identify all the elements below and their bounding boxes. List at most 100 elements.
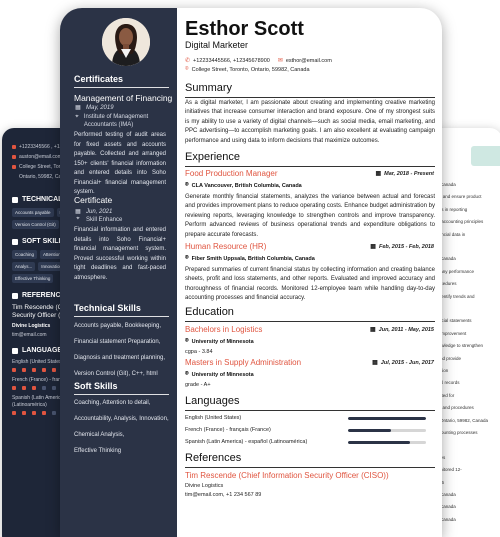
candidate-role: Digital Marketer (185, 40, 249, 50)
soft-skill-line: Accountability, Analysis, Innovation, (74, 416, 169, 422)
edu2-date: Jul, 2015 - Jun, 2017 (380, 359, 434, 366)
job2-date: Feb, 2015 - Feb, 2018 (378, 243, 434, 250)
job2-company-row: ⌾ Fiber Smith Uppsala, British Columbia,… (185, 255, 315, 262)
location-pin-icon: ⌾ (185, 66, 189, 72)
cert2-date-row: ▦ Jun, 2021 (74, 208, 113, 216)
edu1-title: Bachelors in Logistics (185, 325, 263, 334)
technical-skills-heading: Technical Skills (74, 303, 141, 313)
email-icon: ✉ (277, 58, 283, 64)
contact-phone: +12233445566, +12345678900 (193, 57, 270, 64)
edu2-title: Masters in Supply Administration (185, 358, 302, 367)
calendar-icon: ▦ (372, 360, 378, 366)
reference-contact: tim@email.com, +1 234 567 89 (185, 492, 262, 498)
background-text-line-label: Canada (440, 256, 456, 262)
language-level-bar (348, 441, 426, 444)
reference-company: Divine Logistics (185, 483, 224, 489)
skill-tag: Accounts payable (12, 208, 54, 217)
background-text-line-label: Canada (440, 492, 456, 497)
cert1-date: May, 2019 (86, 104, 114, 111)
cert2-date: Jun, 2021 (86, 208, 113, 215)
background-text-line-label: Ontario, 59982, Canada (440, 417, 489, 423)
background-accent-block (471, 146, 500, 166)
soft-skills-divider (74, 394, 169, 395)
phone-icon: ✆ (185, 58, 191, 64)
edu1-school-row: ⌾ University of Minnesota (185, 338, 254, 345)
language-name: Spanish (Latin America) - español (Latin… (185, 439, 308, 445)
languages-heading: Languages (185, 395, 240, 407)
language-level-fill (348, 441, 411, 444)
skill-tag: Coaching (12, 250, 38, 259)
cert1-date-row: ▦ May, 2019 (74, 104, 114, 112)
education-heading: Education (185, 306, 234, 318)
cert2-title: Certificate (74, 195, 113, 205)
language-name: French (France) - français (France) (185, 427, 271, 433)
job1-company-row: ⌾ CLA Vancouver, British Columbia, Canad… (185, 182, 302, 189)
certificates-heading: Certificates (74, 74, 124, 84)
edu2-school: University of Minnesota (191, 371, 254, 378)
references-heading: References (185, 452, 242, 464)
cert1-institute-row: ⌖ Institute of Management Accountants (I… (74, 113, 168, 129)
summary-text: As a digital marketer, I am passionate a… (185, 100, 435, 144)
technical-skills-divider (74, 316, 169, 317)
edu2-school-row: ⌾ University of Minnesota (185, 371, 254, 378)
location-pin-icon: ⌾ (185, 371, 189, 377)
location-pin-icon: ⌾ (185, 182, 189, 188)
job2-company: Fiber Smith Uppsala, British Columbia, C… (191, 255, 315, 262)
location-pin-icon: ⌾ (185, 255, 189, 261)
resume-card: Certificates Management of Financing ▦ M… (60, 8, 442, 537)
cert1-institute: Institute of Management Accountants (IMA… (83, 114, 149, 128)
skill-tag: Effective Thinking (12, 274, 54, 283)
institute-icon: ⌖ (75, 114, 79, 120)
edu1-school: University of Minnesota (191, 338, 254, 345)
background-text-line: Ontario, 59982, Canada (434, 418, 488, 424)
phone-icon (12, 144, 16, 149)
location-pin-icon (12, 164, 16, 169)
job1-company: CLA Vancouver, British Columbia, Canada (191, 182, 302, 189)
soft-skills-heading: Soft Skills (74, 381, 118, 391)
references-icon (12, 292, 18, 299)
languages-divider (185, 410, 435, 411)
soft-skills-icon (12, 238, 18, 245)
language-level-fill (348, 417, 426, 420)
resume-content: Esthor Scott Digital Marketer ✆ +1223344… (177, 8, 442, 537)
technical-skill-line: Diagnosis and treatment planning, (74, 355, 166, 361)
soft-skill-line: Effective Thinking (74, 448, 122, 454)
education-divider (185, 321, 435, 322)
edu1-date: Jun, 2011 - May, 2015 (378, 326, 434, 333)
languages-icon (12, 347, 18, 354)
soft-skill-line: Chemical Analysis, (74, 432, 125, 438)
language-level-bar (348, 429, 426, 432)
language-name: English (United States) (185, 415, 242, 421)
certificates-divider (74, 87, 169, 88)
cert1-title: Management of Financing (74, 93, 173, 103)
references-divider (185, 467, 435, 468)
edu2-date-row: ▦ Jul, 2015 - Jun, 2017 (372, 359, 434, 367)
cert2-institute-row: ⌖ Skill Enhance (74, 216, 122, 223)
skill-tag: Version Control (Git) (12, 220, 59, 229)
job1-date-row: ▦ Mar, 2018 - Present (375, 170, 434, 178)
cert1-description: Performed testing of audit areas for fix… (74, 132, 166, 195)
calendar-icon: ▦ (370, 244, 376, 250)
contact-address-row: ⌾ College Street, Toronto, Ontario, 5998… (185, 66, 310, 73)
job2-date-row: ▦ Feb, 2015 - Feb, 2018 (370, 243, 434, 251)
resume-sidebar: Certificates Management of Financing ▦ M… (60, 8, 177, 537)
reference-name: Tim Rescende (Chief Information Security… (185, 471, 389, 480)
background-text-line-label: Canada (440, 516, 456, 522)
background-text-line-label: Canada (440, 504, 456, 510)
location-pin-icon: ⌾ (185, 338, 189, 344)
contact-phone-email-row: ✆ +12233445566, +12345678900 ✉ esthor@em… (185, 57, 332, 65)
cert2-institute: Skill Enhance (86, 216, 123, 223)
job2-description: Prepared summaries of current financial … (185, 267, 435, 302)
contact-email: esthor@email.com (285, 57, 332, 64)
job1-title: Food Production Manager (185, 169, 278, 178)
institute-icon: ⌖ (76, 216, 80, 222)
language-level-bar (348, 417, 426, 420)
edu2-grade: grade - A+ (185, 382, 211, 388)
experience-divider (185, 166, 435, 167)
technical-skill-line: Version Control (Git), C++, html (74, 371, 158, 377)
soft-skill-line: Coaching, Attention to detail, (74, 400, 151, 406)
calendar-icon: ▦ (75, 105, 81, 111)
calendar-icon: ▦ (369, 327, 376, 333)
summary-divider (185, 97, 435, 98)
candidate-name: Esthor Scott (185, 18, 304, 40)
